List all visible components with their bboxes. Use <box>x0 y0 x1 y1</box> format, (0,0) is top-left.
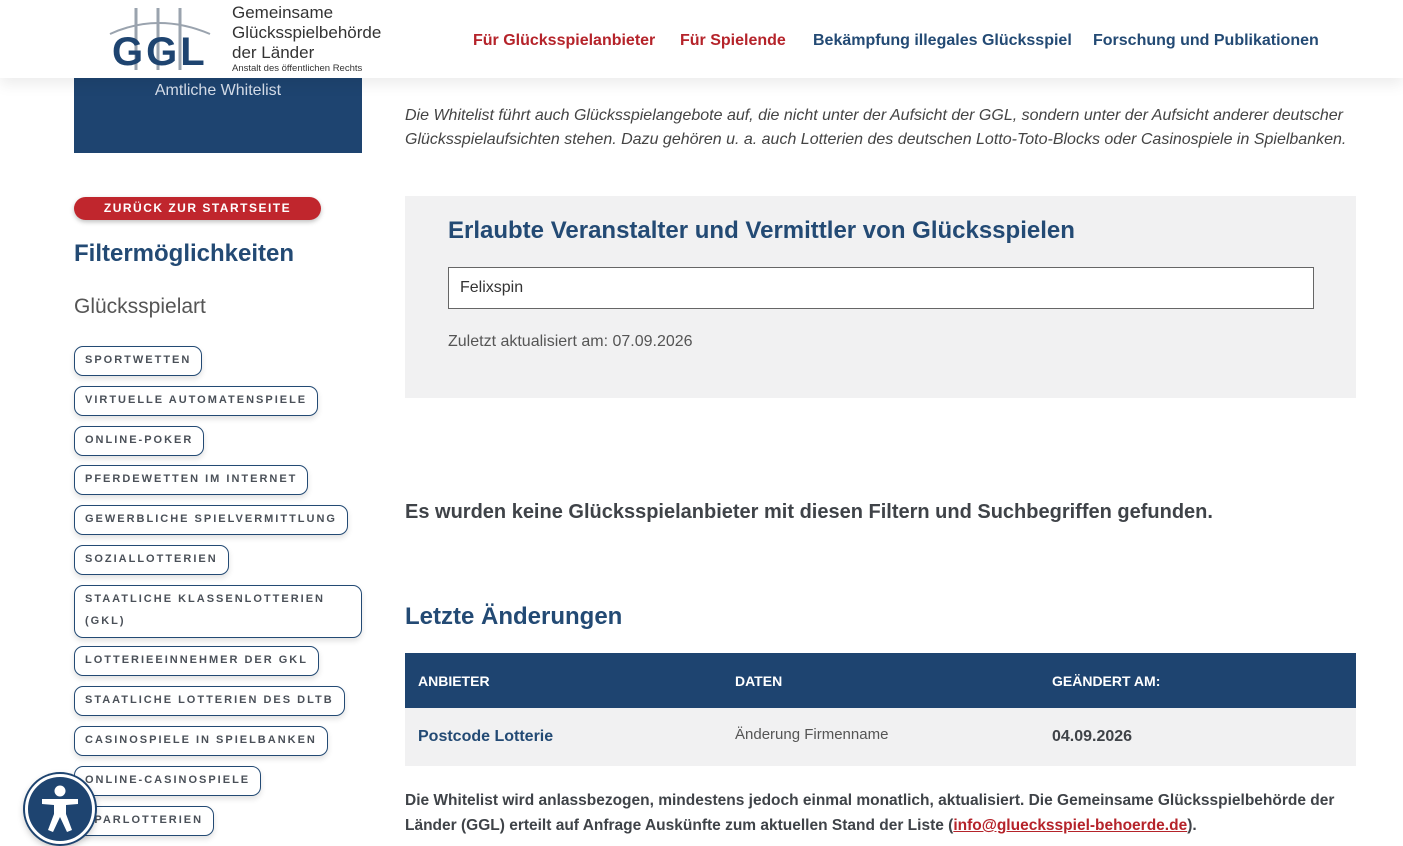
last-updated: Zuletzt aktualisiert am: 07.09.2026 <box>448 333 693 350</box>
footnote: Die Whitelist wird anlassbezogen, mindes… <box>405 788 1355 838</box>
logo-letters: GGL <box>112 30 208 74</box>
whitelist-label: Amtliche Whitelist <box>154 82 282 99</box>
row-data: Änderung Firmenname <box>735 726 889 743</box>
contact-email-link[interactable]: info@gluecksspiel-behoerde.de <box>953 817 1187 834</box>
changes-title: Letzte Änderungen <box>405 603 623 630</box>
no-results-message: Es wurden keine Glücksspielanbieter mit … <box>405 501 1213 523</box>
panel-title: Erlaubte Veranstalter und Vermittler von… <box>448 217 1075 244</box>
logo-subtitle: Anstalt des öffentlichen Rechts <box>232 63 363 74</box>
filter-chip-sportwetten[interactable]: SPORTWETTEN <box>74 346 203 376</box>
filter-chip-sparlotterien[interactable]: SPARLOTTERIEN <box>74 806 215 836</box>
search-panel: Erlaubte Veranstalter und Vermittler von… <box>405 196 1356 398</box>
nav-fuer-gluecksspielanbieter[interactable]: Für Glücksspielanbieter <box>473 32 655 50</box>
filter-chip-pferdewetten[interactable]: PFERDEWETTEN IM INTERNET <box>74 465 309 495</box>
filter-chip-casinospiele-spielbanken[interactable]: CASINOSPIELE IN SPIELBANKEN <box>74 726 328 756</box>
filter-chip-klassenlotterien[interactable]: STAATLICHE KLASSENLOTTERIEN (GKL) <box>74 585 362 638</box>
accessibility-button[interactable] <box>25 774 95 844</box>
row-date: 04.09.2026 <box>1052 728 1133 745</box>
search-input[interactable] <box>448 267 1314 309</box>
whitelist-banner: Amtliche Whitelist <box>74 78 362 153</box>
logo[interactable]: GGL Gemeinsame Glücksspielbehörde der Lä… <box>100 0 385 78</box>
filter-chip-online-poker[interactable]: ONLINE-POKER <box>74 426 205 456</box>
logo-line-1: Gemeinsame <box>232 3 334 22</box>
filter-title: Filtermöglichkeiten <box>74 240 295 267</box>
column-header-geaendert-am: GEÄNDERT AM: <box>1052 673 1161 689</box>
intro-text: Die Whitelist führt auch Glücksspielange… <box>405 107 1347 148</box>
row-provider[interactable]: Postcode Lotterie <box>418 728 553 746</box>
category-title: Glücksspielart <box>74 295 206 318</box>
nav-bekaempfung-illegales-gluecksspiel[interactable]: Bekämpfung illegales Glücksspiel <box>813 32 1072 50</box>
footnote-end: ). <box>1187 817 1197 834</box>
table-header: ANBIETER DATEN GEÄNDERT AM: <box>405 653 1356 708</box>
nav-forschung-und-publikationen[interactable]: Forschung und Publikationen <box>1093 32 1319 50</box>
column-header-daten: DATEN <box>735 673 783 689</box>
filter-chip-lotterieeinnehmer[interactable]: LOTTERIEEINNEHMER DER GKL <box>74 646 319 676</box>
site-header: GGL Gemeinsame Glücksspielbehörde der Lä… <box>0 0 1403 78</box>
filter-chip-dltb[interactable]: STAATLICHE LOTTERIEN DES DLTB <box>74 686 345 716</box>
column-header-anbieter: ANBIETER <box>418 673 490 689</box>
filter-chip-online-casinospiele[interactable]: ONLINE-CASINOSPIELE <box>74 766 262 796</box>
filter-chip-soziallotterien[interactable]: SOZIALLOTTERIEN <box>74 545 229 575</box>
filter-chip-gewerbliche-spielvermittlung[interactable]: GEWERBLICHE SPIELVERMITTLUNG <box>74 505 348 535</box>
accessibility-icon <box>42 785 78 832</box>
nav-fuer-spielende[interactable]: Für Spielende <box>680 32 786 50</box>
logo-line-2: Glücksspielbehörde <box>232 23 382 42</box>
back-to-home-button[interactable]: ZURÜCK ZUR STARTSEITE <box>74 197 321 220</box>
table-row: Postcode Lotterie Änderung Firmenname 04… <box>405 708 1356 766</box>
logo-line-3: der Länder <box>232 43 315 62</box>
filter-chip-virtuelle-automatenspiele[interactable]: VIRTUELLE AUTOMATENSPIELE <box>74 386 319 416</box>
